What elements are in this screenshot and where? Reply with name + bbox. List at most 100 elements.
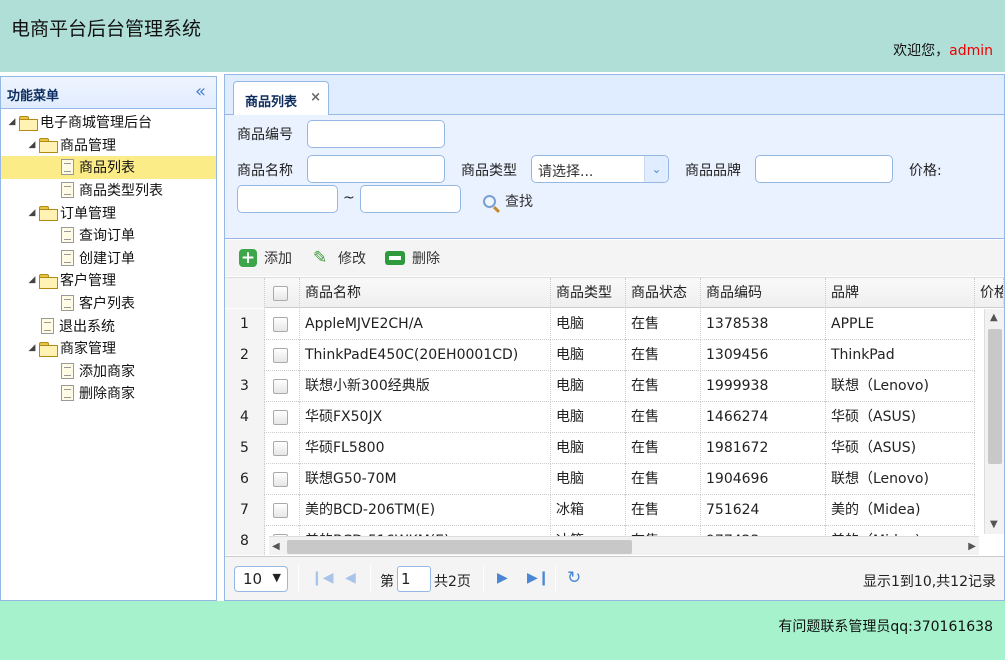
price-range-separator: ~ bbox=[343, 190, 355, 206]
column-header-price[interactable]: 价格 bbox=[975, 278, 1004, 308]
menu-item[interactable]: 商品类型列表 bbox=[1, 179, 216, 202]
sidebar-title: 功能菜单 bbox=[7, 89, 60, 104]
menu-item[interactable]: 退出系统 bbox=[1, 314, 216, 337]
menu-item[interactable]: 删除商家 bbox=[1, 382, 216, 405]
table-row[interactable]: 7 美的BCD-206TM(E) 冰箱 在售 751624 美的（Midea) bbox=[225, 495, 975, 526]
column-header-name[interactable]: 商品名称 bbox=[300, 278, 551, 308]
page-prefix: 第 bbox=[380, 574, 394, 590]
table-row[interactable]: 6 联想G50-70M 电脑 在售 1904696 联想（Lenovo) bbox=[225, 464, 975, 495]
product-type-select[interactable]: 请选择... ⌄ bbox=[531, 155, 669, 183]
last-page-icon[interactable]: ▶❙ bbox=[527, 570, 550, 586]
row-checkbox[interactable] bbox=[273, 440, 288, 456]
horizontal-scrollbar[interactable]: ◀ ▶ bbox=[269, 536, 979, 555]
cell-status: 在售 bbox=[626, 371, 701, 402]
vertical-scroll-thumb[interactable] bbox=[988, 329, 1002, 464]
table-row[interactable]: 3 联想小新300经典版 电脑 在售 1999938 联想（Lenovo) bbox=[225, 371, 975, 402]
tab-product-list[interactable]: 商品列表 × bbox=[233, 81, 329, 116]
row-checkbox[interactable] bbox=[273, 409, 288, 425]
row-checkbox-cell[interactable] bbox=[265, 309, 300, 340]
product-brand-input[interactable] bbox=[755, 155, 893, 183]
grid-toolbar: + 添加 ✎ 修改 删除 bbox=[225, 240, 1004, 276]
menu-item[interactable]: 查询订单 bbox=[1, 224, 216, 247]
expand-arrow-icon[interactable]: ◢ bbox=[25, 343, 39, 353]
expand-arrow-icon[interactable]: ◢ bbox=[25, 208, 39, 218]
table-row[interactable]: 5 华硕FL5800 电脑 在售 1981672 华硕（ASUS) bbox=[225, 433, 975, 464]
scroll-right-icon[interactable]: ▶ bbox=[968, 541, 976, 552]
row-checkbox[interactable] bbox=[273, 502, 288, 518]
menu-item[interactable]: 添加商家 bbox=[1, 360, 216, 383]
cell-type: 电脑 bbox=[551, 371, 626, 402]
product-code-input[interactable] bbox=[307, 120, 445, 148]
expand-arrow-icon[interactable]: ◢ bbox=[25, 275, 39, 285]
tab-bar: 商品列表 × bbox=[225, 75, 1004, 116]
row-checkbox[interactable] bbox=[273, 471, 288, 487]
edit-button[interactable]: ✎ 修改 bbox=[313, 248, 366, 268]
row-checkbox-cell[interactable] bbox=[265, 464, 300, 495]
row-number: 6 bbox=[225, 464, 265, 495]
product-grid: 商品名称 商品类型 商品状态 商品编码 品牌 价格 1 AppleMJVE2CH/… bbox=[225, 277, 1004, 555]
row-checkbox[interactable] bbox=[273, 378, 288, 394]
folder-icon bbox=[19, 115, 38, 131]
rownum-header bbox=[225, 278, 265, 308]
menu-item[interactable]: ◢ 商家管理 bbox=[1, 337, 216, 360]
row-checkbox[interactable] bbox=[273, 316, 288, 332]
menu-item[interactable]: ◢ 订单管理 bbox=[1, 201, 216, 224]
table-row[interactable]: 4 华硕FX50JX 电脑 在售 1466274 华硕（ASUS) bbox=[225, 402, 975, 433]
scroll-left-icon[interactable]: ◀ bbox=[272, 541, 280, 552]
expand-arrow-icon[interactable]: ◢ bbox=[25, 140, 39, 150]
menu-item[interactable]: 创建订单 bbox=[1, 247, 216, 270]
column-header-status[interactable]: 商品状态 bbox=[626, 278, 701, 308]
folder-icon bbox=[39, 206, 58, 222]
select-all-checkbox-cell[interactable] bbox=[265, 278, 300, 308]
cell-type: 冰箱 bbox=[551, 495, 626, 526]
vertical-scrollbar[interactable]: ▲ ▼ bbox=[984, 309, 1004, 534]
row-number: 1 bbox=[225, 309, 265, 340]
previous-page-icon[interactable]: ◀ bbox=[345, 570, 356, 586]
menu-item[interactable]: ◢ 电子商城管理后台 bbox=[1, 111, 216, 134]
column-header-brand[interactable]: 品牌 bbox=[826, 278, 975, 308]
expand-arrow-icon[interactable]: ◢ bbox=[5, 117, 19, 127]
cell-type: 电脑 bbox=[551, 309, 626, 340]
file-icon bbox=[41, 317, 54, 334]
row-checkbox[interactable] bbox=[273, 347, 288, 363]
page-number-input[interactable]: 1 bbox=[397, 566, 431, 592]
price-min-input[interactable] bbox=[237, 185, 338, 213]
row-checkbox-cell[interactable] bbox=[265, 495, 300, 526]
column-header-type[interactable]: 商品类型 bbox=[551, 278, 626, 308]
page-size-select[interactable]: 10 ▼ bbox=[234, 566, 288, 592]
scroll-down-icon[interactable]: ▼ bbox=[990, 519, 998, 530]
current-username: admin bbox=[949, 43, 993, 59]
page-total: 共2页 bbox=[434, 574, 471, 590]
row-checkbox-cell[interactable] bbox=[265, 340, 300, 371]
search-button[interactable]: 查找 bbox=[483, 191, 533, 211]
refresh-icon[interactable]: ↻ bbox=[567, 568, 581, 588]
row-checkbox-cell[interactable] bbox=[265, 371, 300, 402]
chevron-down-icon[interactable]: ⌄ bbox=[644, 156, 668, 182]
collapse-sidebar-icon[interactable]: « bbox=[195, 81, 206, 102]
scroll-up-icon[interactable]: ▲ bbox=[990, 312, 998, 323]
select-all-checkbox[interactable] bbox=[273, 285, 288, 301]
menu-tree: ◢ 电子商城管理后台 ◢ 商品管理 商品列表 商品类型列表 ◢ 订单管理 查询订单 创建订单 ◢ 客户… bbox=[1, 109, 216, 405]
close-tab-icon[interactable]: × bbox=[310, 90, 321, 105]
table-row[interactable]: 2 ThinkPadE450C(20EH0001CD) 电脑 在售 1309456 Thi… bbox=[225, 340, 975, 371]
horizontal-scroll-thumb[interactable] bbox=[287, 540, 632, 554]
menu-item[interactable]: ◢ 客户管理 bbox=[1, 269, 216, 292]
price-max-input[interactable] bbox=[360, 185, 461, 213]
menu-item[interactable]: 商品列表 bbox=[1, 156, 216, 179]
delete-button[interactable]: 删除 bbox=[385, 248, 440, 268]
cell-brand: 华硕（ASUS) bbox=[826, 402, 975, 433]
file-icon bbox=[61, 385, 74, 402]
menu-item[interactable]: ◢ 商品管理 bbox=[1, 134, 216, 157]
column-header-code[interactable]: 商品编码 bbox=[701, 278, 826, 308]
table-row[interactable]: 1 AppleMJVE2CH/A 电脑 在售 1378538 APPLE bbox=[225, 309, 975, 340]
cell-name: 华硕FX50JX bbox=[300, 402, 551, 433]
row-number: 2 bbox=[225, 340, 265, 371]
first-page-icon[interactable]: ❙◀ bbox=[311, 570, 334, 586]
product-name-input[interactable] bbox=[307, 155, 445, 183]
add-button[interactable]: + 添加 bbox=[239, 248, 292, 268]
next-page-icon[interactable]: ▶ bbox=[497, 570, 508, 586]
row-checkbox-cell[interactable] bbox=[265, 402, 300, 433]
row-checkbox-cell[interactable] bbox=[265, 433, 300, 464]
cell-code: 751624 bbox=[701, 495, 826, 526]
menu-item[interactable]: 客户列表 bbox=[1, 292, 216, 315]
